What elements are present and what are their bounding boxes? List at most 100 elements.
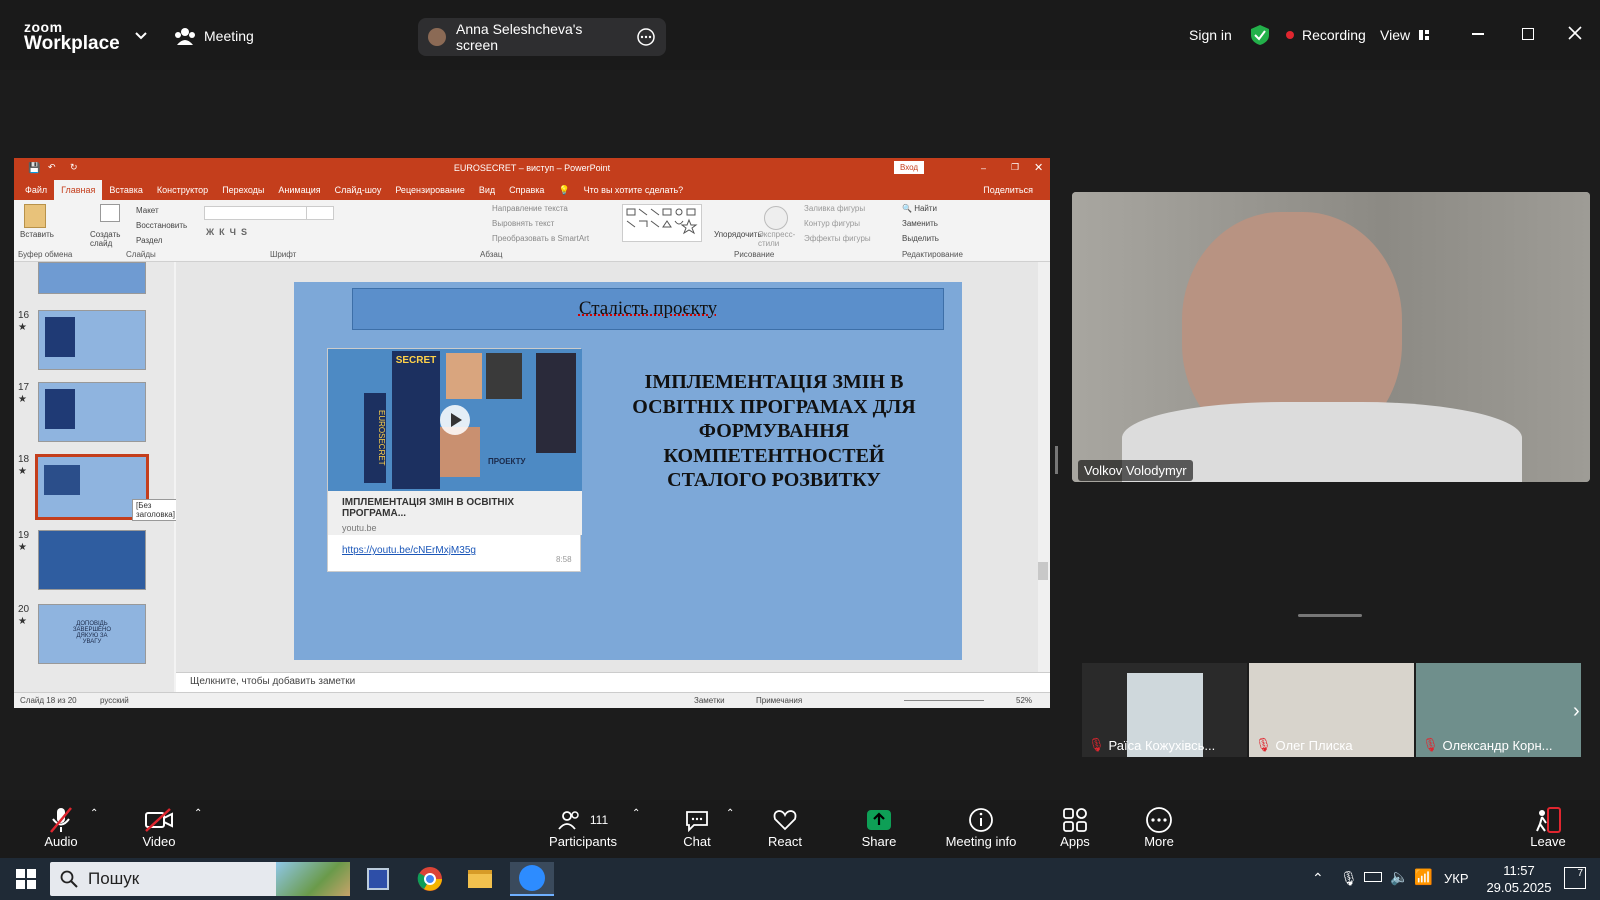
tab-home[interactable]: Главная [54,180,103,200]
comments-toggle[interactable]: Примечания [756,696,802,705]
arrange-button[interactable]: Упорядочить [714,230,762,239]
notes-toggle[interactable]: Заметки [694,696,725,705]
layout-button[interactable]: Макет [136,206,159,215]
current-slide[interactable]: Сталість проєкту SECRET EUROSECRET ПРОЕК… [294,282,962,660]
participant-tile[interactable]: 🎙 Олег Плиска [1249,663,1414,757]
react-button[interactable]: React [740,806,830,849]
chevron-down-icon[interactable] [134,28,148,46]
slide-thumbnail[interactable] [38,530,146,590]
leave-button[interactable]: Leave [1504,806,1592,849]
reset-button[interactable]: Восстановить [136,221,187,230]
shield-icon[interactable] [1250,24,1270,51]
view-button[interactable]: View [1380,27,1430,43]
active-speaker-video[interactable]: Volkov Volodymyr [1072,192,1590,482]
tab-view[interactable]: Вид [472,180,502,200]
align-text-button[interactable]: Выровнять текст [492,219,554,228]
share-button[interactable]: Поделиться [976,180,1040,200]
taskbar-search[interactable]: Пошук [50,862,350,896]
notification-icon[interactable]: 7 [1564,867,1586,889]
tab-file[interactable]: Файл [18,180,54,200]
notes-pane[interactable]: Щелкните, чтобы добавить заметки [176,672,1050,692]
meeting-menu[interactable]: Meeting [174,27,254,45]
participants-button[interactable]: 111 Participants [538,806,628,849]
minimize-icon[interactable] [1472,33,1484,35]
save-app-icon[interactable] [356,862,400,896]
more-button[interactable]: More [1114,806,1204,849]
slide-thumbnail[interactable] [38,310,146,370]
chevron-up-icon[interactable]: ⌃ [90,808,98,819]
tab-help[interactable]: Справка [502,180,551,200]
youtube-link[interactable]: https://youtu.be/cNErMxjM35g [342,545,476,556]
share-screen-button[interactable]: Share [834,806,924,849]
tab-design[interactable]: Конструктор [150,180,215,200]
apps-button[interactable]: Apps [1030,806,1120,849]
section-button[interactable]: Раздел [136,236,162,245]
replace-button[interactable]: Заменить [902,219,938,228]
restore-icon[interactable]: ❐ [1011,162,1019,173]
bold-icon[interactable]: Ж К Ч S [206,227,247,237]
slide-title[interactable]: Сталість проєкту [352,288,944,330]
tab-insert[interactable]: Вставка [102,180,149,200]
chevron-right-icon[interactable]: › [1573,700,1580,723]
participant-tile[interactable]: 🎙 Раїса Кожухівсь... [1082,663,1247,757]
slide-thumbnail[interactable]: ДОПОВІДЬ ЗАВЕРШЕНО ДЯКУЮ ЗА УВАГУ [38,604,146,664]
shapes-gallery[interactable] [622,204,702,242]
close-icon[interactable]: ✕ [1034,161,1043,174]
shape-effects-button[interactable]: Эффекты фигуры [804,234,871,243]
chevron-up-icon[interactable]: ⌃ [194,808,202,819]
smartart-button[interactable]: Преобразовать в SmartArt [492,234,589,243]
play-icon[interactable] [440,405,470,435]
quick-styles-button[interactable]: Экспресс-стили [758,230,802,248]
clock[interactable]: 11:57 29.05.2025 [1478,862,1560,896]
new-slide-icon[interactable] [100,204,120,222]
more-options-icon[interactable] [636,27,656,47]
chevron-up-icon[interactable]: ⌃ [632,808,640,819]
microphone-icon[interactable]: 🎙 [1340,870,1358,887]
meeting-info-button[interactable]: Meeting info [935,806,1027,849]
screen-share-indicator[interactable]: Anna Seleshcheva's screen [418,18,666,56]
vertical-scrollbar[interactable] [1038,262,1050,672]
slide-thumbnail[interactable] [38,262,146,294]
participant-tile[interactable]: 🎙 Олександр Корн... [1416,663,1581,757]
tab-slideshow[interactable]: Слайд-шоу [328,180,389,200]
sign-in-button[interactable]: Sign in [1189,27,1232,43]
tell-me-search[interactable]: Что вы хотите сделать? [577,180,691,200]
clipboard-icon[interactable] [24,204,46,228]
language-indicator[interactable]: русский [100,696,129,705]
video-thumbnail[interactable]: SECRET EUROSECRET ПРОЕКТУ [328,349,582,491]
language-indicator[interactable]: УКР [1444,871,1469,886]
login-button[interactable]: Вход [894,161,925,174]
battery-icon[interactable] [1364,872,1382,882]
chrome-icon[interactable] [408,862,452,896]
tab-animations[interactable]: Анимация [271,180,327,200]
font-name-select[interactable] [204,206,314,220]
tab-transitions[interactable]: Переходы [215,180,271,200]
select-button[interactable]: Выделить [902,234,939,243]
shape-fill-button[interactable]: Заливка фигуры [804,204,865,213]
chevron-up-icon[interactable]: ⌃ [726,808,734,819]
slide-body-text[interactable]: ІМПЛЕМЕНТАЦІЯ ЗМІН В ОСВІТНІХ ПРОГРАМАХ … [624,370,924,493]
zoom-app-icon[interactable] [510,862,554,896]
chevron-up-icon[interactable]: ⌃ [1312,870,1324,887]
recording-indicator[interactable]: Recording [1286,27,1366,43]
quick-styles-icon[interactable] [764,206,788,230]
volume-icon[interactable]: 🔈 [1390,868,1409,886]
find-button[interactable]: 🔍 Найти [902,204,937,213]
close-icon[interactable] [1567,25,1583,46]
network-icon[interactable]: 📶 [1414,868,1433,886]
zoom-slider[interactable] [904,700,984,701]
video-button[interactable]: Video [114,806,204,849]
resize-handle[interactable] [1298,614,1362,617]
slide-thumbnail[interactable] [38,382,146,442]
font-size-select[interactable] [306,206,334,220]
shape-outline-button[interactable]: Контур фигуры [804,219,860,228]
new-slide-button[interactable]: Создать слайд [90,230,130,248]
minimize-icon[interactable]: – [981,163,986,173]
windows-start-icon[interactable] [4,862,48,896]
youtube-link-card[interactable]: SECRET EUROSECRET ПРОЕКТУ ІМПЛЕМЕНТАЦІЯ … [327,348,582,572]
text-direction-button[interactable]: Направление текста [492,204,568,213]
splitter-handle[interactable] [1055,446,1058,474]
tab-review[interactable]: Рецензирование [388,180,472,200]
maximize-icon[interactable] [1522,28,1534,40]
file-explorer-icon[interactable] [458,862,502,896]
